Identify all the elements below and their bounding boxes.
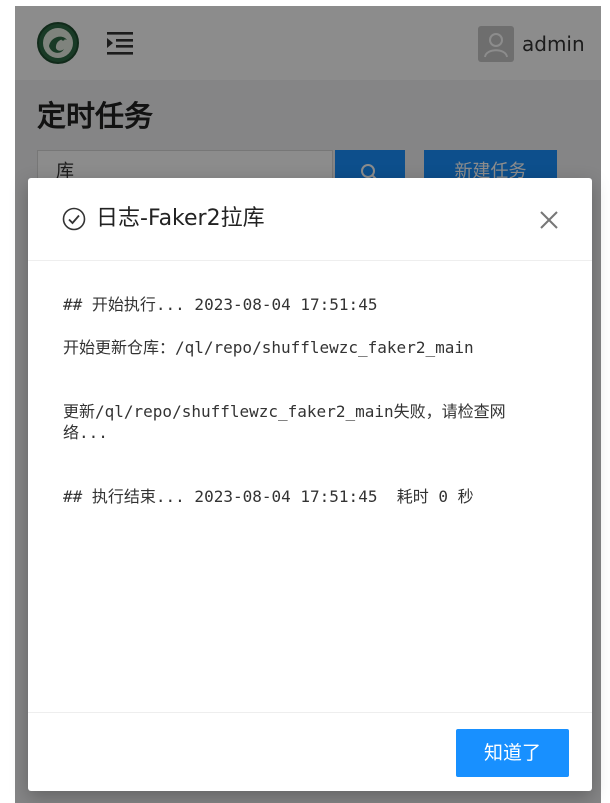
log-line: 更新/ql/repo/shufflewzc_faker2_main失败，请检查网…: [63, 402, 506, 442]
log-modal: 日志-Faker2拉库 ## 开始执行... 2023-08-04 17:51:…: [28, 178, 592, 791]
modal-footer: 知道了: [28, 712, 592, 792]
log-line: 开始更新仓库：/ql/repo/shufflewzc_faker2_main: [63, 338, 474, 357]
log-line: ## 执行结束... 2023-08-04 17:51:45 耗时 0 秒: [63, 487, 474, 506]
log-line: ## 开始执行... 2023-08-04 17:51:45: [63, 295, 378, 314]
close-icon[interactable]: [536, 207, 562, 233]
ok-button[interactable]: 知道了: [456, 729, 569, 777]
check-circle-icon: [62, 207, 86, 231]
modal-title: 日志-Faker2拉库: [96, 206, 265, 231]
modal-header: 日志-Faker2拉库: [28, 178, 592, 261]
